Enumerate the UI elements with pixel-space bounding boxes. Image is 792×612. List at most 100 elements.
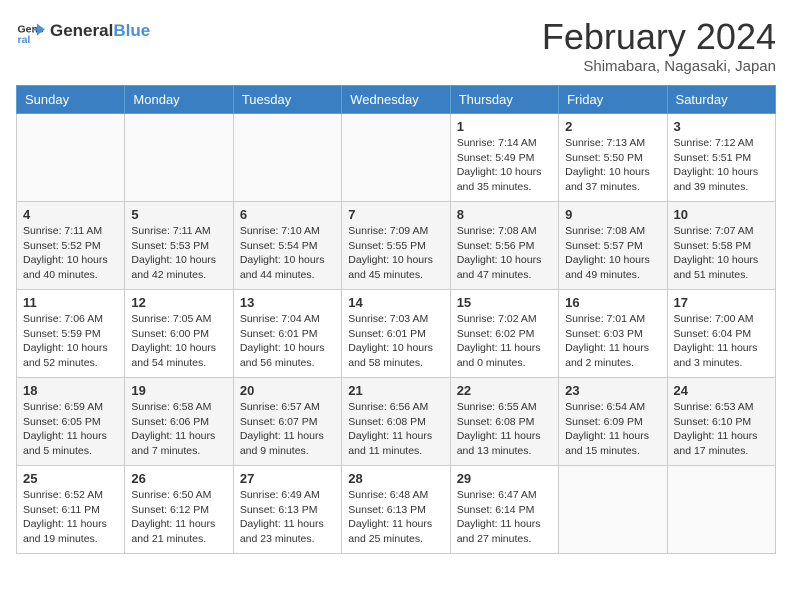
day-info: Sunrise: 7:07 AM Sunset: 5:58 PM Dayligh… xyxy=(674,224,769,283)
calendar-cell: 20 Sunrise: 6:57 AM Sunset: 6:07 PM Dayli… xyxy=(233,378,341,466)
logo-blue: Blue xyxy=(113,21,150,40)
calendar-cell xyxy=(17,114,125,202)
day-info: Sunrise: 6:47 AM Sunset: 6:14 PM Dayligh… xyxy=(457,488,552,547)
day-info: Sunrise: 6:53 AM Sunset: 6:10 PM Dayligh… xyxy=(674,400,769,459)
day-info: Sunrise: 6:50 AM Sunset: 6:12 PM Dayligh… xyxy=(131,488,226,547)
day-number: 24 xyxy=(674,383,769,398)
calendar-cell: 17 Sunrise: 7:00 AM Sunset: 6:04 PM Dayli… xyxy=(667,290,775,378)
day-number: 7 xyxy=(348,207,443,222)
day-number: 3 xyxy=(674,119,769,134)
day-number: 19 xyxy=(131,383,226,398)
day-info: Sunrise: 6:55 AM Sunset: 6:08 PM Dayligh… xyxy=(457,400,552,459)
calendar-cell: 26 Sunrise: 6:50 AM Sunset: 6:12 PM Dayli… xyxy=(125,466,233,554)
day-number: 13 xyxy=(240,295,335,310)
calendar-cell: 16 Sunrise: 7:01 AM Sunset: 6:03 PM Dayli… xyxy=(559,290,667,378)
calendar-cell xyxy=(667,466,775,554)
day-number: 12 xyxy=(131,295,226,310)
calendar-cell: 12 Sunrise: 7:05 AM Sunset: 6:00 PM Dayli… xyxy=(125,290,233,378)
calendar-cell: 10 Sunrise: 7:07 AM Sunset: 5:58 PM Dayli… xyxy=(667,202,775,290)
calendar-cell: 24 Sunrise: 6:53 AM Sunset: 6:10 PM Dayli… xyxy=(667,378,775,466)
day-number: 28 xyxy=(348,471,443,486)
day-number: 4 xyxy=(23,207,118,222)
day-number: 25 xyxy=(23,471,118,486)
weekday-header-tuesday: Tuesday xyxy=(233,86,341,114)
calendar-cell: 27Sunrise: 6:49 AM Sunset: 6:13 PM Dayli… xyxy=(233,466,341,554)
day-info: Sunrise: 6:48 AM Sunset: 6:13 PM Dayligh… xyxy=(348,488,443,547)
calendar-cell: 9 Sunrise: 7:08 AM Sunset: 5:57 PM Daylig… xyxy=(559,202,667,290)
calendar-cell: 21 Sunrise: 6:56 AM Sunset: 6:08 PM Dayli… xyxy=(342,378,450,466)
calendar-cell: 5Sunrise: 7:11 AM Sunset: 5:53 PM Daylig… xyxy=(125,202,233,290)
day-number: 2 xyxy=(565,119,660,134)
day-info: Sunrise: 7:05 AM Sunset: 6:00 PM Dayligh… xyxy=(131,312,226,371)
calendar-cell: 4Sunrise: 7:11 AM Sunset: 5:52 PM Daylig… xyxy=(17,202,125,290)
day-info: Sunrise: 6:57 AM Sunset: 6:07 PM Dayligh… xyxy=(240,400,335,459)
calendar-cell: 19 Sunrise: 6:58 AM Sunset: 6:06 PM Dayli… xyxy=(125,378,233,466)
day-info: Sunrise: 7:09 AM Sunset: 5:55 PM Dayligh… xyxy=(348,224,443,283)
calendar-cell xyxy=(125,114,233,202)
day-info: Sunrise: 7:03 AM Sunset: 6:01 PM Dayligh… xyxy=(348,312,443,371)
weekday-header-saturday: Saturday xyxy=(667,86,775,114)
weekday-header-monday: Monday xyxy=(125,86,233,114)
calendar-cell: 15Sunrise: 7:02 AM Sunset: 6:02 PM Dayli… xyxy=(450,290,558,378)
page-header: Gene ral GeneralBlue February 2024 Shima… xyxy=(16,16,776,75)
calendar-cell: 29 Sunrise: 6:47 AM Sunset: 6:14 PM Dayli… xyxy=(450,466,558,554)
day-number: 1 xyxy=(457,119,552,134)
weekday-header-row: SundayMondayTuesdayWednesdayThursdayFrid… xyxy=(17,86,776,114)
day-number: 18 xyxy=(23,383,118,398)
day-number: 17 xyxy=(674,295,769,310)
day-number: 16 xyxy=(565,295,660,310)
calendar-cell: 11Sunrise: 7:06 AM Sunset: 5:59 PM Dayli… xyxy=(17,290,125,378)
calendar-cell: 23 Sunrise: 6:54 AM Sunset: 6:09 PM Dayli… xyxy=(559,378,667,466)
day-number: 8 xyxy=(457,207,552,222)
logo-text: GeneralBlue xyxy=(50,22,150,41)
calendar-cell: 18 Sunrise: 6:59 AM Sunset: 6:05 PM Dayli… xyxy=(17,378,125,466)
day-info: Sunrise: 6:59 AM Sunset: 6:05 PM Dayligh… xyxy=(23,400,118,459)
day-info: Sunrise: 7:01 AM Sunset: 6:03 PM Dayligh… xyxy=(565,312,660,371)
day-info: Sunrise: 7:10 AM Sunset: 5:54 PM Dayligh… xyxy=(240,224,335,283)
calendar-cell: 3 Sunrise: 7:12 AM Sunset: 5:51 PM Daylig… xyxy=(667,114,775,202)
svg-text:ral: ral xyxy=(18,34,31,46)
week-row-2: 4Sunrise: 7:11 AM Sunset: 5:52 PM Daylig… xyxy=(17,202,776,290)
day-number: 23 xyxy=(565,383,660,398)
week-row-4: 18 Sunrise: 6:59 AM Sunset: 6:05 PM Dayli… xyxy=(17,378,776,466)
calendar-cell: 25Sunrise: 6:52 AM Sunset: 6:11 PM Dayli… xyxy=(17,466,125,554)
logo-general: General xyxy=(50,21,113,40)
weekday-header-friday: Friday xyxy=(559,86,667,114)
day-number: 21 xyxy=(348,383,443,398)
day-info: Sunrise: 7:08 AM Sunset: 5:56 PM Dayligh… xyxy=(457,224,552,283)
calendar-cell: 2Sunrise: 7:13 AM Sunset: 5:50 PM Daylig… xyxy=(559,114,667,202)
day-info: Sunrise: 7:12 AM Sunset: 5:51 PM Dayligh… xyxy=(674,136,769,195)
calendar-table: SundayMondayTuesdayWednesdayThursdayFrid… xyxy=(16,85,776,554)
day-number: 9 xyxy=(565,207,660,222)
day-number: 10 xyxy=(674,207,769,222)
weekday-header-wednesday: Wednesday xyxy=(342,86,450,114)
calendar-cell: 28 Sunrise: 6:48 AM Sunset: 6:13 PM Dayli… xyxy=(342,466,450,554)
week-row-5: 25Sunrise: 6:52 AM Sunset: 6:11 PM Dayli… xyxy=(17,466,776,554)
day-info: Sunrise: 6:56 AM Sunset: 6:08 PM Dayligh… xyxy=(348,400,443,459)
calendar-subtitle: Shimabara, Nagasaki, Japan xyxy=(542,58,776,75)
day-number: 22 xyxy=(457,383,552,398)
day-number: 26 xyxy=(131,471,226,486)
day-info: Sunrise: 6:58 AM Sunset: 6:06 PM Dayligh… xyxy=(131,400,226,459)
day-info: Sunrise: 6:54 AM Sunset: 6:09 PM Dayligh… xyxy=(565,400,660,459)
day-number: 20 xyxy=(240,383,335,398)
day-info: Sunrise: 7:14 AM Sunset: 5:49 PM Dayligh… xyxy=(457,136,552,195)
day-number: 11 xyxy=(23,295,118,310)
day-info: Sunrise: 6:49 AM Sunset: 6:13 PM Dayligh… xyxy=(240,488,335,547)
weekday-header-sunday: Sunday xyxy=(17,86,125,114)
calendar-cell: 7 Sunrise: 7:09 AM Sunset: 5:55 PM Daylig… xyxy=(342,202,450,290)
day-number: 5 xyxy=(131,207,226,222)
calendar-cell: 14Sunrise: 7:03 AM Sunset: 6:01 PM Dayli… xyxy=(342,290,450,378)
calendar-cell: 13Sunrise: 7:04 AM Sunset: 6:01 PM Dayli… xyxy=(233,290,341,378)
calendar-cell: 1 Sunrise: 7:14 AM Sunset: 5:49 PM Daylig… xyxy=(450,114,558,202)
day-info: Sunrise: 7:08 AM Sunset: 5:57 PM Dayligh… xyxy=(565,224,660,283)
day-info: Sunrise: 7:00 AM Sunset: 6:04 PM Dayligh… xyxy=(674,312,769,371)
calendar-cell xyxy=(233,114,341,202)
calendar-cell: 8 Sunrise: 7:08 AM Sunset: 5:56 PM Daylig… xyxy=(450,202,558,290)
day-info: Sunrise: 7:02 AM Sunset: 6:02 PM Dayligh… xyxy=(457,312,552,371)
day-number: 29 xyxy=(457,471,552,486)
calendar-cell xyxy=(342,114,450,202)
day-number: 6 xyxy=(240,207,335,222)
calendar-cell: 22 Sunrise: 6:55 AM Sunset: 6:08 PM Dayli… xyxy=(450,378,558,466)
week-row-3: 11Sunrise: 7:06 AM Sunset: 5:59 PM Dayli… xyxy=(17,290,776,378)
